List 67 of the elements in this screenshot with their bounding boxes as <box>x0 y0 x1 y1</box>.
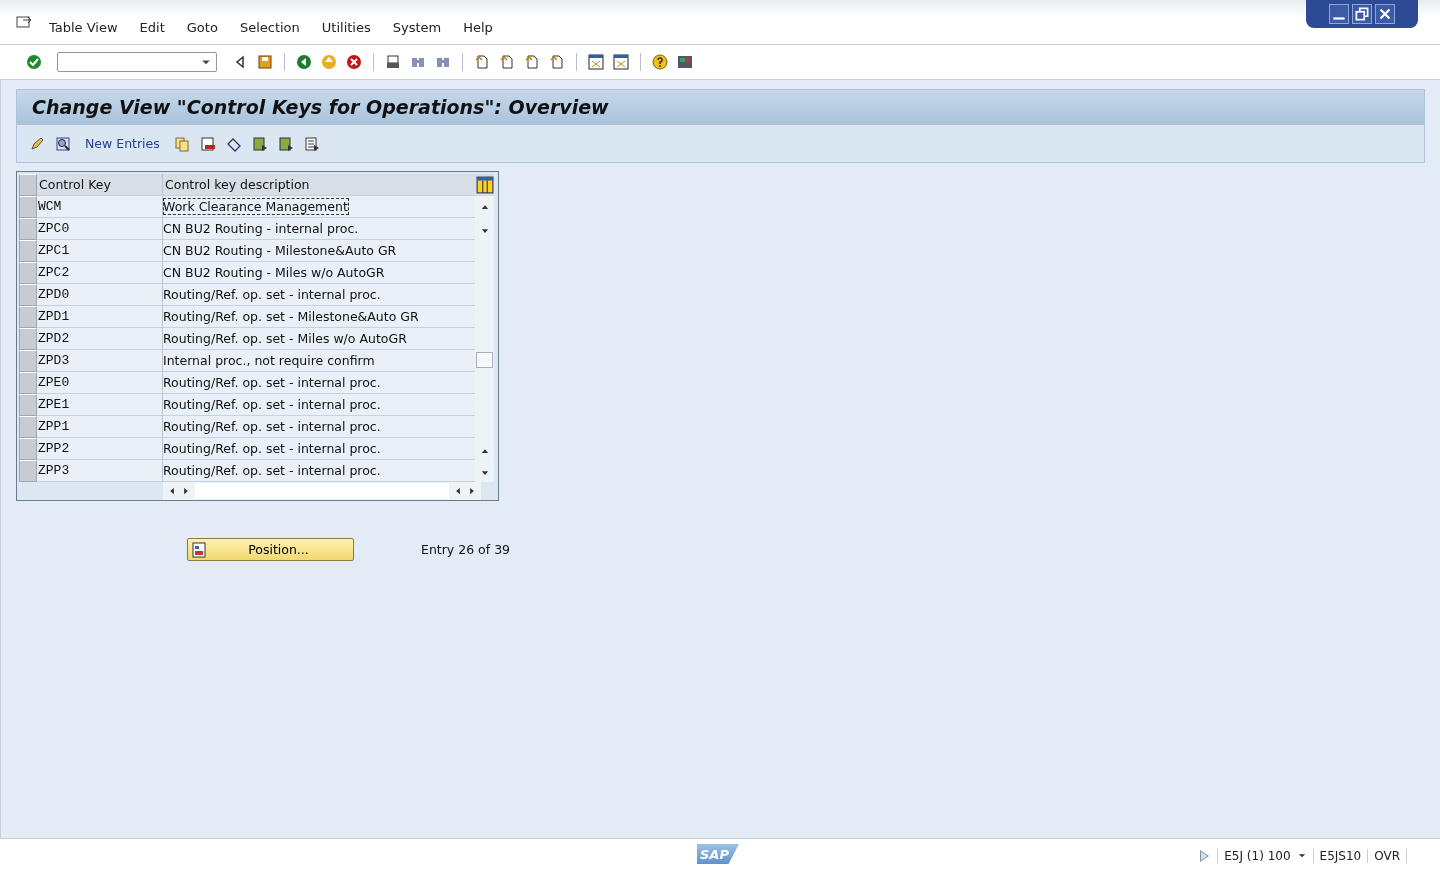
column-settings-icon[interactable] <box>475 176 494 194</box>
table-cell: Routing/Ref. op. set - Miles w/o AutoGR <box>162 328 475 350</box>
check-icon[interactable] <box>26 54 42 70</box>
scrollbar-thumb[interactable] <box>476 352 493 368</box>
horizontal-scrollbar[interactable] <box>163 482 481 500</box>
table-cell: Work Clearance Management <box>162 196 475 218</box>
help-icon[interactable] <box>652 54 668 70</box>
table-cell: CN BU2 Routing - internal proc. <box>162 218 475 240</box>
column-header[interactable]: Control Key <box>37 174 162 196</box>
table-cell: ZPP3 <box>37 460 162 482</box>
table-cell: ZPE1 <box>37 394 162 416</box>
table-cell: CN BU2 Routing - Milestone&Auto GR <box>162 240 475 262</box>
menu-item[interactable]: Edit <box>128 19 176 35</box>
minimize-icon[interactable] <box>1329 4 1349 24</box>
expand-icon[interactable] <box>1197 849 1212 863</box>
menu-icon[interactable] <box>16 14 32 30</box>
pencil-icon[interactable] <box>29 135 45 152</box>
table-cell: Internal proc., not require confirm <box>162 350 475 372</box>
table-cell: ZPD2 <box>37 328 162 350</box>
column-header[interactable]: Control key description <box>162 174 475 196</box>
position-icon[interactable] <box>191 541 207 558</box>
table-cell: Routing/Ref. op. set - Milestone&Auto GR <box>162 306 475 328</box>
table-cell: Routing/Ref. op. set - internal proc. <box>162 394 475 416</box>
menu-item[interactable]: Utilities <box>310 19 382 35</box>
system-info: E5J (1) 100 <box>1224 849 1291 863</box>
save-icon[interactable] <box>257 54 273 70</box>
entry-counter: Entry 26 of 39 <box>421 542 511 557</box>
table-cell: Routing/Ref. op. set - internal proc. <box>162 372 475 394</box>
select-all-cell[interactable] <box>19 174 37 196</box>
vertical-scrollbar[interactable] <box>475 196 494 482</box>
cancel-icon[interactable] <box>346 54 362 70</box>
copy-icon[interactable] <box>173 135 190 152</box>
menu-item[interactable]: Table View <box>38 19 129 35</box>
table-cell: ZPE0 <box>37 372 162 394</box>
table-cell: ZPD0 <box>37 284 162 306</box>
display-icon[interactable] <box>55 135 71 152</box>
table-cell: ZPD3 <box>37 350 162 372</box>
table-cell: Routing/Ref. op. set - internal proc. <box>162 460 475 482</box>
logo: SAP <box>697 844 739 864</box>
monitor-icon[interactable] <box>677 54 693 70</box>
close-icon[interactable] <box>1375 4 1395 24</box>
table-cell: Routing/Ref. op. set - internal proc. <box>162 416 475 438</box>
screen-title: Change View "Control Keys for Operations": Overview <box>16 89 1425 125</box>
menu-item[interactable]: Help <box>452 19 504 35</box>
table-cell: ZPC1 <box>37 240 162 262</box>
table-cell: Routing/Ref. op. set - internal proc. <box>162 438 475 460</box>
table-cell: ZPD1 <box>37 306 162 328</box>
table-cell: ZPC2 <box>37 262 162 284</box>
back-icon[interactable] <box>296 54 312 70</box>
table-cell: WCM <box>37 196 162 218</box>
position-button[interactable]: Position... <box>187 538 354 561</box>
table-cell: ZPP2 <box>37 438 162 460</box>
input-mode: OVR <box>1367 849 1407 863</box>
table-cell: Routing/Ref. op. set - internal proc. <box>162 284 475 306</box>
delete-icon[interactable] <box>199 135 216 152</box>
new-entries-button[interactable]: New Entries <box>85 136 160 151</box>
table-cell: CN BU2 Routing - Miles w/o AutoGR <box>162 262 475 284</box>
menu-item[interactable]: Selection <box>228 19 311 35</box>
print-icon[interactable] <box>385 54 401 70</box>
table-cell: ZPP1 <box>37 416 162 438</box>
menu-item[interactable]: Goto <box>175 19 229 35</box>
layout-icon[interactable] <box>588 54 604 70</box>
table-cell: ZPC0 <box>37 218 162 240</box>
server-info: E5JS10 <box>1312 849 1368 863</box>
menu-item[interactable]: System <box>381 19 453 35</box>
restore-icon[interactable] <box>1352 4 1372 24</box>
command-field[interactable] <box>57 52 217 72</box>
